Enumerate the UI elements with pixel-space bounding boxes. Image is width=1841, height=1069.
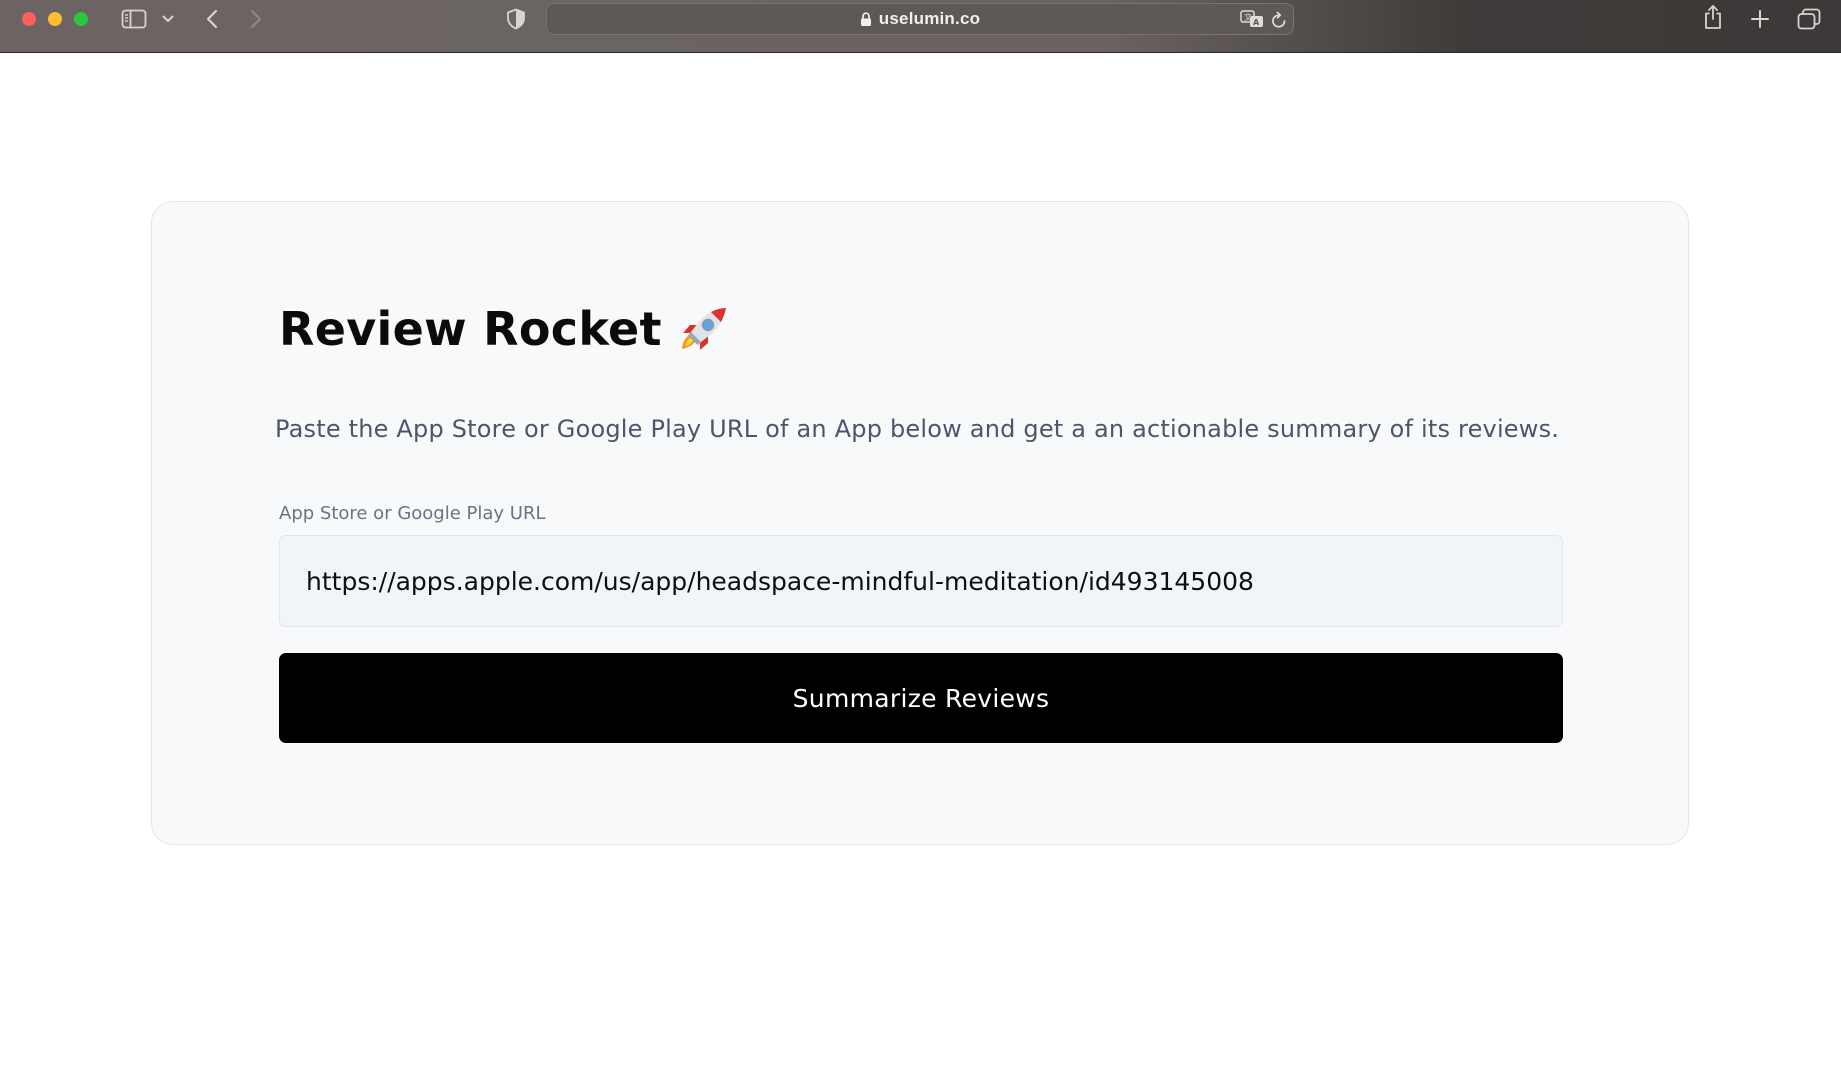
lock-icon bbox=[860, 11, 872, 27]
page-subtitle: Paste the App Store or Google Play URL o… bbox=[275, 415, 1560, 443]
forward-arrow-icon[interactable] bbox=[246, 6, 266, 32]
app-url-input[interactable] bbox=[279, 535, 1563, 627]
chevron-down-icon[interactable] bbox=[160, 6, 176, 32]
browser-toolbar: uselumin.co 文 A bbox=[0, 0, 1841, 53]
svg-text:文: 文 bbox=[1244, 12, 1252, 22]
translate-icon[interactable]: 文 A bbox=[1239, 9, 1265, 29]
url-field-label: App Store or Google Play URL bbox=[279, 503, 546, 524]
zoom-window-button[interactable] bbox=[74, 12, 88, 26]
review-form-card: Review Rocket Paste the App Store or Goo… bbox=[151, 201, 1689, 845]
sidebar-icon[interactable] bbox=[120, 6, 148, 32]
back-arrow-icon[interactable] bbox=[202, 6, 222, 32]
address-bar[interactable]: uselumin.co 文 A bbox=[546, 3, 1294, 35]
reload-icon[interactable] bbox=[1269, 10, 1289, 30]
plus-icon[interactable] bbox=[1748, 6, 1772, 32]
svg-text:A: A bbox=[1253, 18, 1260, 27]
address-host-text: uselumin.co bbox=[878, 9, 981, 28]
share-icon[interactable] bbox=[1700, 4, 1726, 30]
summarize-reviews-button[interactable]: Summarize Reviews bbox=[279, 653, 1563, 743]
rocket-icon bbox=[678, 305, 730, 353]
page-title-text: Review Rocket bbox=[279, 302, 662, 356]
minimize-window-button[interactable] bbox=[48, 12, 62, 26]
tabs-overview-icon[interactable] bbox=[1796, 6, 1822, 32]
page-title: Review Rocket bbox=[279, 302, 730, 356]
close-window-button[interactable] bbox=[22, 12, 36, 26]
privacy-shield-icon[interactable] bbox=[504, 6, 528, 32]
